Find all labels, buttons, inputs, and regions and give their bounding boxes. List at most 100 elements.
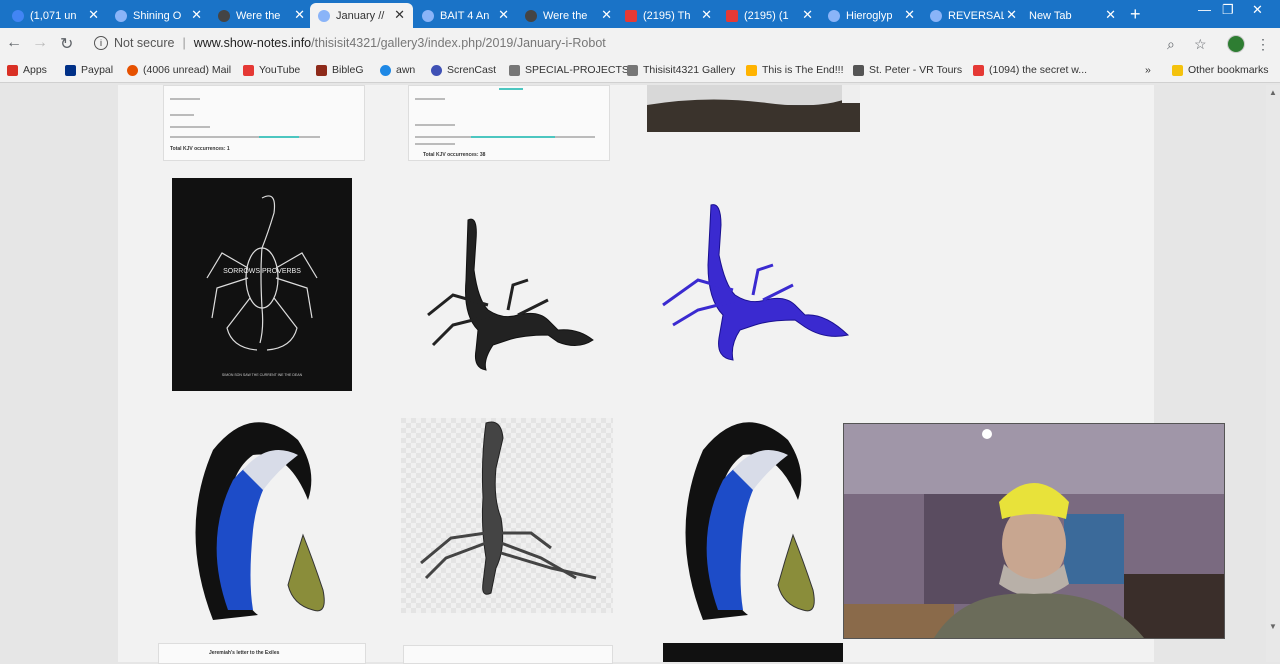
close-icon[interactable]: ✕: [88, 7, 99, 23]
tab-2[interactable]: Were the ✕: [210, 3, 313, 28]
close-icon[interactable]: ✕: [1105, 7, 1116, 23]
gallery-thumb-doc-1[interactable]: Total KJV occurrences: 1: [163, 85, 365, 161]
apps-grid-icon: [7, 64, 18, 76]
tab-5[interactable]: Were the ✕: [517, 3, 620, 28]
reload-icon[interactable]: ↻: [60, 34, 73, 54]
globe-icon: [380, 64, 391, 76]
globe-icon: [525, 9, 537, 22]
tab-6[interactable]: (2195) Th ✕: [617, 3, 720, 28]
bookmark-bibleg[interactable]: BibleG: [316, 64, 364, 76]
cover-caption: SIMON SON SAW THE CURRENT INE THE DEAN: [222, 373, 303, 377]
tab-4[interactable]: BAIT 4 An ✕: [414, 3, 517, 28]
scroll-up-icon[interactable]: ▲: [1269, 88, 1277, 97]
tab-3-active[interactable]: January //✕: [310, 3, 413, 28]
doc-line: [170, 114, 194, 116]
gallery-icon: [627, 64, 638, 76]
close-icon[interactable]: ✕: [701, 7, 712, 23]
close-icon[interactable]: ✕: [904, 7, 915, 23]
bookmark-st-peter[interactable]: St. Peter - VR Tours: [853, 64, 962, 76]
scrollbar[interactable]: ▲ ▼: [1266, 85, 1280, 662]
bookmark-the-end[interactable]: This is The End!!!: [746, 64, 844, 76]
address-bar[interactable]: i Not secure | www.show-notes.info /this…: [86, 31, 1226, 55]
doc-highlight: [471, 136, 555, 138]
gallery-thumb-scorpion-black[interactable]: [408, 210, 608, 380]
close-icon[interactable]: ✕: [1006, 7, 1017, 23]
tab-0[interactable]: (1,071 un ✕: [4, 3, 107, 28]
paypal-icon: [65, 64, 76, 76]
bookmark-paypal[interactable]: Paypal: [65, 64, 113, 76]
gallery-thumb-bird-2[interactable]: [673, 410, 833, 625]
url-path: /thisisit4321/gallery3/index.php/2019/Ja…: [311, 36, 606, 50]
doc-highlight: [259, 136, 299, 138]
close-icon[interactable]: ✕: [802, 7, 813, 23]
gallery-thumb-scorpion-transparent[interactable]: [401, 418, 613, 613]
doc-line: [415, 124, 455, 126]
doc-caption: Total KJV occurrences: 38: [423, 152, 486, 158]
scorpion-blue-image: [662, 204, 850, 361]
gallery-thumb-dark[interactable]: [663, 643, 843, 662]
folder-icon: [1172, 64, 1183, 76]
minimize-icon[interactable]: —: [1198, 2, 1211, 17]
gallery-icon: [828, 9, 840, 22]
youtube-icon: [973, 64, 984, 76]
youtube-icon: [726, 9, 738, 22]
close-icon[interactable]: ✕: [394, 7, 405, 23]
avatar[interactable]: [1227, 35, 1245, 53]
bird-logo-image: [685, 422, 815, 620]
forward-icon[interactable]: →: [32, 34, 48, 52]
info-icon[interactable]: i: [94, 36, 108, 50]
youtube-icon: [243, 64, 254, 76]
youtube-icon: [625, 9, 637, 22]
bookmarks-overflow-icon[interactable]: »: [1145, 64, 1151, 76]
bird-logo-image: [195, 422, 325, 620]
close-window-icon[interactable]: ✕: [1252, 2, 1263, 18]
menu-icon[interactable]: ⋮: [1256, 36, 1270, 53]
gallery-thumb-doc-4[interactable]: [403, 645, 613, 664]
doc-line: [415, 143, 455, 145]
new-tab-button[interactable]: +: [1130, 4, 1141, 25]
webcam-overlay: [843, 423, 1225, 639]
gallery-thumb-photo[interactable]: [647, 85, 860, 132]
tab-8[interactable]: Hieroglyp ✕: [820, 3, 923, 28]
gallery-thumb-bird-1[interactable]: [183, 410, 343, 625]
tab-9[interactable]: REVERSAL ✕: [922, 3, 1025, 28]
screencast-icon: [431, 64, 442, 76]
bookmark-special-projects[interactable]: SPECIAL-PROJECTS: [509, 64, 629, 76]
tab-10[interactable]: New Tab ✕: [1021, 3, 1124, 28]
maximize-icon[interactable]: ❐: [1222, 2, 1234, 18]
tab-1[interactable]: Shining O ✕: [107, 3, 210, 28]
gallery-thumb-scorpion-cover[interactable]: SORROWS PROVERBS SIMON SON SAW THE CURRE…: [172, 178, 352, 391]
bookmark-secret[interactable]: (1094) the secret w...: [973, 64, 1087, 76]
gallery-thumb-scorpion-blue[interactable]: [653, 200, 853, 370]
star-icon[interactable]: ☆: [1194, 36, 1207, 53]
bible-icon: [316, 64, 327, 76]
bookmark-screncast[interactable]: ScrenCast: [431, 64, 496, 76]
bookmark-youtube[interactable]: YouTube: [243, 64, 300, 76]
bookmark-mail[interactable]: (4006 unread) Mail: [127, 64, 231, 76]
gallery-icon: [422, 9, 434, 22]
close-icon[interactable]: ✕: [601, 7, 612, 23]
photo-image: [647, 85, 860, 132]
scorpion-line-art: SORROWS PROVERBS SIMON SON SAW THE CURRE…: [206, 195, 318, 377]
cover-text: SORROWS PROVERBS: [223, 268, 301, 275]
gallery-thumb-doc-2[interactable]: Total KJV occurrences: 38: [408, 85, 610, 161]
tab-7[interactable]: (2195) (1 ✕: [718, 3, 821, 28]
scroll-down-icon[interactable]: ▼: [1269, 622, 1277, 631]
security-label: Not secure: [114, 36, 175, 50]
close-icon[interactable]: ✕: [191, 7, 202, 23]
gallery-thumb-doc-3[interactable]: Jeremiah's letter to the Exiles: [158, 643, 366, 664]
browser-toolbar: ← → ↻ i Not secure | www.show-notes.info…: [0, 28, 1280, 58]
bookmark-gallery[interactable]: Thisisit4321 Gallery: [627, 64, 735, 76]
doc-caption: Total KJV occurrences: 1: [170, 146, 230, 152]
url-host: www.show-notes.info: [193, 36, 312, 50]
bookmarks-bar: Apps Paypal (4006 unread) Mail YouTube B…: [0, 58, 1280, 83]
close-icon[interactable]: ✕: [294, 7, 305, 23]
globe-icon: [218, 9, 230, 22]
bookmark-apps[interactable]: Apps: [7, 64, 47, 76]
bookmark-other[interactable]: Other bookmarks: [1172, 64, 1269, 76]
bookmark-awn[interactable]: awn: [380, 64, 415, 76]
doc-line: [170, 98, 200, 100]
back-icon[interactable]: ←: [6, 34, 22, 52]
zoom-icon[interactable]: ⌕: [1167, 36, 1175, 53]
close-icon[interactable]: ✕: [498, 7, 509, 23]
